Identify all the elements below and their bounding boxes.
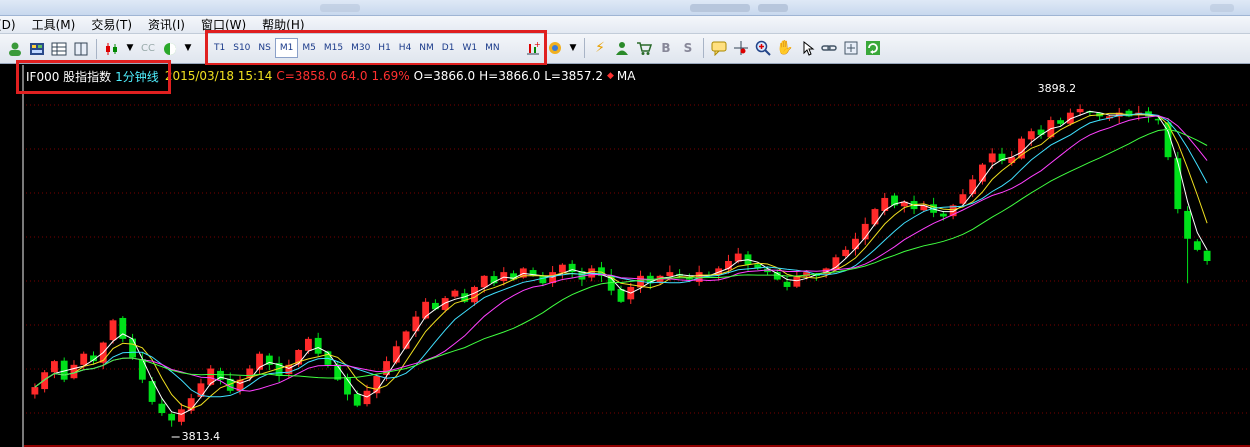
- candle-body: [1027, 131, 1035, 140]
- toolbar-right: + ▼ ⚡ B S ✋: [522, 38, 884, 58]
- menu-item-trade[interactable]: 交易(T): [83, 16, 140, 34]
- window-title-bar: [0, 0, 1250, 16]
- menu-bar: (D) 工具(M) 交易(T) 资讯(I) 窗口(W) 帮助(H): [0, 16, 1250, 34]
- candle-body: [1193, 241, 1201, 250]
- candle-body: [177, 409, 185, 422]
- candle-body: [1184, 210, 1191, 239]
- candle-body: [617, 288, 625, 302]
- candle-body: [129, 338, 136, 358]
- indicator-label: MA: [616, 69, 636, 83]
- menu-item-tools[interactable]: 工具(M): [24, 16, 84, 34]
- person-icon[interactable]: [612, 38, 632, 58]
- candle-body: [988, 153, 996, 163]
- min-price-label: 3813.4: [182, 430, 221, 443]
- candle-body: [80, 353, 88, 365]
- candle-body: [412, 316, 420, 332]
- cc-icon[interactable]: CC: [138, 39, 158, 59]
- candle-body: [158, 403, 166, 414]
- candle-body: [138, 359, 146, 380]
- quote-board-icon[interactable]: [27, 39, 47, 59]
- menu-item-d[interactable]: (D): [0, 16, 24, 34]
- lightning-icon[interactable]: ⚡: [590, 38, 610, 58]
- comment-icon[interactable]: [709, 38, 729, 58]
- high-label: H=3866.0: [479, 69, 541, 83]
- hand-icon[interactable]: ✋: [775, 38, 795, 58]
- candle-body: [480, 275, 488, 288]
- link-icon[interactable]: [819, 38, 839, 58]
- ma-line-20: [34, 128, 1208, 388]
- candle-body: [969, 179, 977, 195]
- candle-body: [41, 372, 49, 390]
- book-icon[interactable]: [71, 39, 91, 59]
- candle-body: [1174, 158, 1182, 210]
- ma-line-8: [34, 113, 1208, 398]
- candle-body: [471, 286, 478, 303]
- change-pct-label: 1.69%: [371, 69, 410, 83]
- candle-body: [666, 272, 674, 277]
- candle-body: [842, 249, 850, 257]
- candle-body: [1076, 108, 1084, 113]
- cart-icon[interactable]: [634, 38, 654, 58]
- open-label: O=3866.0: [413, 69, 476, 83]
- chevron-down-icon[interactable]: ▼: [124, 39, 136, 59]
- candle-body: [314, 337, 322, 354]
- candle-body: [939, 213, 947, 217]
- candle-body: [783, 281, 791, 287]
- candle-body: [558, 264, 566, 273]
- symbol-highlight-box: [16, 60, 171, 94]
- candle-body: [168, 413, 176, 421]
- datetime-label: 2015/03/18 15:14: [164, 69, 273, 83]
- candle-body: [451, 290, 459, 297]
- zoom-in-icon[interactable]: [753, 38, 773, 58]
- candle-body: [852, 238, 859, 250]
- candle-body: [392, 346, 400, 363]
- low-label: L=3857.2: [544, 69, 603, 83]
- diamond-icon: ◆: [606, 71, 614, 81]
- crosshair-icon[interactable]: [731, 38, 751, 58]
- b-icon[interactable]: B: [656, 38, 676, 58]
- candle-body: [109, 320, 117, 341]
- table-icon[interactable]: [49, 39, 69, 59]
- candle-body: [304, 338, 312, 351]
- candlestick-icon[interactable]: [102, 39, 122, 59]
- chevron-down-icon[interactable]: ▼: [567, 38, 579, 58]
- change-label: 64.0: [340, 69, 368, 83]
- candle-body: [500, 272, 508, 282]
- timeframe-highlight-box: [205, 30, 547, 66]
- candle-body: [353, 394, 361, 406]
- candle-body: [1057, 120, 1065, 124]
- candle-body: [31, 387, 39, 395]
- chevron-down-icon[interactable]: ▼: [182, 39, 194, 59]
- max-price-label: 3898.2: [1038, 82, 1077, 95]
- pointer-icon[interactable]: [797, 38, 817, 58]
- globe-icon[interactable]: [545, 38, 565, 58]
- candle-body: [1203, 250, 1211, 261]
- candle-body: [51, 361, 58, 373]
- candle-body: [871, 209, 879, 225]
- user-icon[interactable]: [5, 39, 25, 59]
- ma-line-12: [34, 115, 1208, 392]
- ma-line-5: [34, 112, 1208, 410]
- chart-area[interactable]: 3898.2 3813.4 IF000 股指指数 1分钟线 2015/03/18 …: [0, 65, 1250, 447]
- grid-plus-icon[interactable]: [841, 38, 861, 58]
- close-label: C=3858.0: [276, 69, 337, 83]
- circle-toggle-icon[interactable]: [160, 39, 180, 59]
- menu-item-news[interactable]: 资讯(I): [140, 16, 193, 34]
- candle-body: [1037, 129, 1045, 135]
- candlestick-chart[interactable]: 3898.2 3813.4: [0, 65, 1250, 447]
- trading-app-window: (D) 工具(M) 交易(T) 资讯(I) 窗口(W) 帮助(H) ▼ CC ▼…: [0, 0, 1250, 447]
- refresh-icon[interactable]: [863, 38, 883, 58]
- s-icon[interactable]: S: [678, 38, 698, 58]
